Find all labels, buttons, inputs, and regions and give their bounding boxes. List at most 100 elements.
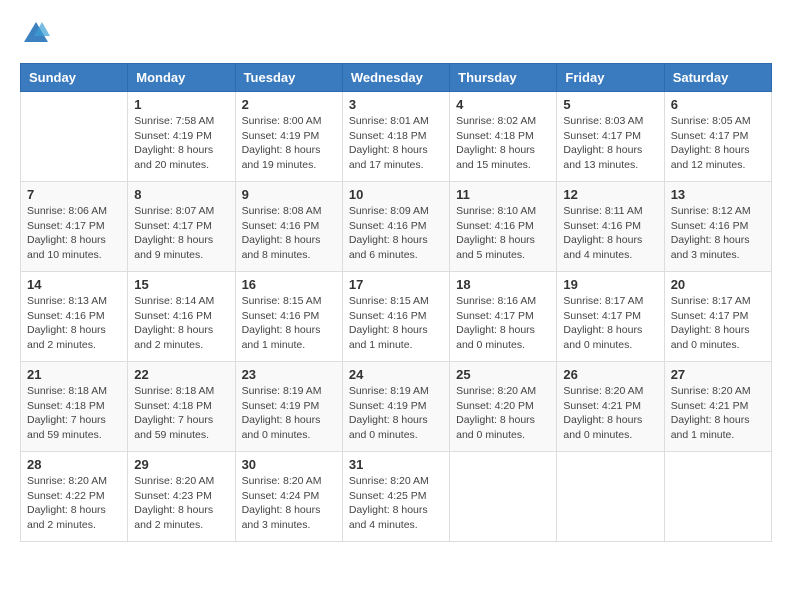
calendar-cell: 6 Sunrise: 8:05 AMSunset: 4:17 PMDaylight… [664, 92, 771, 182]
calendar-cell: 3Sunrise: 8:01 AMSunset: 4:18 PMDaylight… [342, 92, 449, 182]
day-info: Sunrise: 8:08 AMSunset: 4:16 PMDaylight:… [242, 204, 336, 263]
day-number: 11 [456, 187, 550, 202]
weekday-header-wednesday: Wednesday [342, 64, 449, 92]
day-info: Sunrise: 8:20 AMSunset: 4:23 PMDaylight:… [134, 474, 228, 533]
week-row-1: 1 Sunrise: 7:58 AMSunset: 4:19 PMDaylight… [21, 92, 772, 182]
day-number: 24 [349, 367, 443, 382]
day-info: Sunrise: 8:20 AMSunset: 4:22 PMDaylight:… [27, 474, 121, 533]
day-info: Sunrise: 8:06 AMSunset: 4:17 PMDaylight:… [27, 204, 121, 263]
calendar-cell: 10 Sunrise: 8:09 AMSunset: 4:16 PMDayligh… [342, 182, 449, 272]
day-number: 16 [242, 277, 336, 292]
day-number: 10 [349, 187, 443, 202]
calendar-cell: 27Sunrise: 8:20 AMSunset: 4:21 PMDayligh… [664, 362, 771, 452]
day-number: 6 [671, 97, 765, 112]
week-row-4: 21 Sunrise: 8:18 AMSunset: 4:18 PMDayligh… [21, 362, 772, 452]
weekday-header-friday: Friday [557, 64, 664, 92]
day-info: Sunrise: 8:09 AMSunset: 4:16 PMDaylight:… [349, 204, 443, 263]
day-info: Sunrise: 8:17 AMSunset: 4:17 PMDaylight:… [671, 294, 765, 353]
day-info: Sunrise: 8:12 AMSunset: 4:16 PMDaylight:… [671, 204, 765, 263]
day-number: 28 [27, 457, 121, 472]
day-number: 18 [456, 277, 550, 292]
calendar-cell: 31 Sunrise: 8:20 AMSunset: 4:25 PMDayligh… [342, 452, 449, 542]
week-row-3: 14 Sunrise: 8:13 AMSunset: 4:16 PMDayligh… [21, 272, 772, 362]
page-header [20, 20, 772, 53]
weekday-header-thursday: Thursday [450, 64, 557, 92]
calendar-table: SundayMondayTuesdayWednesdayThursdayFrid… [20, 63, 772, 542]
calendar-cell: 30 Sunrise: 8:20 AMSunset: 4:24 PMDayligh… [235, 452, 342, 542]
day-number: 13 [671, 187, 765, 202]
calendar-cell [21, 92, 128, 182]
day-number: 7 [27, 187, 121, 202]
day-info: Sunrise: 8:20 AMSunset: 4:20 PMDaylight:… [456, 384, 550, 443]
calendar-cell: 2 Sunrise: 8:00 AMSunset: 4:19 PMDaylight… [235, 92, 342, 182]
day-info: Sunrise: 8:01 AMSunset: 4:18 PMDaylight:… [349, 114, 443, 173]
weekday-header-monday: Monday [128, 64, 235, 92]
day-number: 25 [456, 367, 550, 382]
calendar-cell: 29 Sunrise: 8:20 AMSunset: 4:23 PMDayligh… [128, 452, 235, 542]
day-number: 4 [456, 97, 550, 112]
day-number: 14 [27, 277, 121, 292]
day-number: 22 [134, 367, 228, 382]
calendar-cell: 26 Sunrise: 8:20 AMSunset: 4:21 PMDayligh… [557, 362, 664, 452]
calendar-cell [450, 452, 557, 542]
week-row-5: 28 Sunrise: 8:20 AMSunset: 4:22 PMDayligh… [21, 452, 772, 542]
calendar-cell: 18 Sunrise: 8:16 AMSunset: 4:17 PMDayligh… [450, 272, 557, 362]
day-number: 23 [242, 367, 336, 382]
day-number: 15 [134, 277, 228, 292]
calendar-cell: 5Sunrise: 8:03 AMSunset: 4:17 PMDaylight… [557, 92, 664, 182]
calendar-cell: 16Sunrise: 8:15 AMSunset: 4:16 PMDayligh… [235, 272, 342, 362]
calendar-cell: 7 Sunrise: 8:06 AMSunset: 4:17 PMDaylight… [21, 182, 128, 272]
week-row-2: 7 Sunrise: 8:06 AMSunset: 4:17 PMDaylight… [21, 182, 772, 272]
day-info: Sunrise: 8:00 AMSunset: 4:19 PMDaylight:… [242, 114, 336, 173]
day-number: 29 [134, 457, 228, 472]
day-info: Sunrise: 8:19 AMSunset: 4:19 PMDaylight:… [242, 384, 336, 443]
day-number: 27 [671, 367, 765, 382]
day-info: Sunrise: 7:58 AMSunset: 4:19 PMDaylight:… [134, 114, 228, 173]
calendar-cell: 19Sunrise: 8:17 AMSunset: 4:17 PMDayligh… [557, 272, 664, 362]
day-number: 21 [27, 367, 121, 382]
day-info: Sunrise: 8:20 AMSunset: 4:25 PMDaylight:… [349, 474, 443, 533]
day-info: Sunrise: 8:14 AMSunset: 4:16 PMDaylight:… [134, 294, 228, 353]
day-number: 8 [134, 187, 228, 202]
day-number: 30 [242, 457, 336, 472]
logo [20, 20, 50, 53]
day-number: 26 [563, 367, 657, 382]
day-info: Sunrise: 8:16 AMSunset: 4:17 PMDaylight:… [456, 294, 550, 353]
calendar-cell: 14 Sunrise: 8:13 AMSunset: 4:16 PMDayligh… [21, 272, 128, 362]
day-info: Sunrise: 8:20 AMSunset: 4:21 PMDaylight:… [563, 384, 657, 443]
day-info: Sunrise: 8:02 AMSunset: 4:18 PMDaylight:… [456, 114, 550, 173]
calendar-cell: 12Sunrise: 8:11 AMSunset: 4:16 PMDayligh… [557, 182, 664, 272]
day-info: Sunrise: 8:20 AMSunset: 4:24 PMDaylight:… [242, 474, 336, 533]
calendar-cell: 25 Sunrise: 8:20 AMSunset: 4:20 PMDayligh… [450, 362, 557, 452]
weekday-header-sunday: Sunday [21, 64, 128, 92]
day-number: 17 [349, 277, 443, 292]
calendar-cell: 22 Sunrise: 8:18 AMSunset: 4:18 PMDayligh… [128, 362, 235, 452]
calendar-cell: 11Sunrise: 8:10 AMSunset: 4:16 PMDayligh… [450, 182, 557, 272]
day-number: 1 [134, 97, 228, 112]
day-number: 2 [242, 97, 336, 112]
calendar-cell: 28 Sunrise: 8:20 AMSunset: 4:22 PMDayligh… [21, 452, 128, 542]
weekday-header-tuesday: Tuesday [235, 64, 342, 92]
day-number: 20 [671, 277, 765, 292]
weekday-header-row: SundayMondayTuesdayWednesdayThursdayFrid… [21, 64, 772, 92]
calendar-cell: 4 Sunrise: 8:02 AMSunset: 4:18 PMDaylight… [450, 92, 557, 182]
day-number: 9 [242, 187, 336, 202]
day-info: Sunrise: 8:15 AMSunset: 4:16 PMDaylight:… [349, 294, 443, 353]
day-info: Sunrise: 8:18 AMSunset: 4:18 PMDaylight:… [27, 384, 121, 443]
calendar-cell: 13 Sunrise: 8:12 AMSunset: 4:16 PMDayligh… [664, 182, 771, 272]
day-info: Sunrise: 8:03 AMSunset: 4:17 PMDaylight:… [563, 114, 657, 173]
calendar-cell: 21 Sunrise: 8:18 AMSunset: 4:18 PMDayligh… [21, 362, 128, 452]
day-number: 31 [349, 457, 443, 472]
day-info: Sunrise: 8:19 AMSunset: 4:19 PMDaylight:… [349, 384, 443, 443]
day-info: Sunrise: 8:05 AMSunset: 4:17 PMDaylight:… [671, 114, 765, 173]
calendar-cell: 23 Sunrise: 8:19 AMSunset: 4:19 PMDayligh… [235, 362, 342, 452]
day-info: Sunrise: 8:18 AMSunset: 4:18 PMDaylight:… [134, 384, 228, 443]
day-info: Sunrise: 8:13 AMSunset: 4:16 PMDaylight:… [27, 294, 121, 353]
calendar-cell: 1 Sunrise: 7:58 AMSunset: 4:19 PMDaylight… [128, 92, 235, 182]
calendar-cell: 9 Sunrise: 8:08 AMSunset: 4:16 PMDaylight… [235, 182, 342, 272]
day-number: 19 [563, 277, 657, 292]
calendar-cell: 15 Sunrise: 8:14 AMSunset: 4:16 PMDayligh… [128, 272, 235, 362]
calendar-cell [557, 452, 664, 542]
calendar-cell [664, 452, 771, 542]
weekday-header-saturday: Saturday [664, 64, 771, 92]
